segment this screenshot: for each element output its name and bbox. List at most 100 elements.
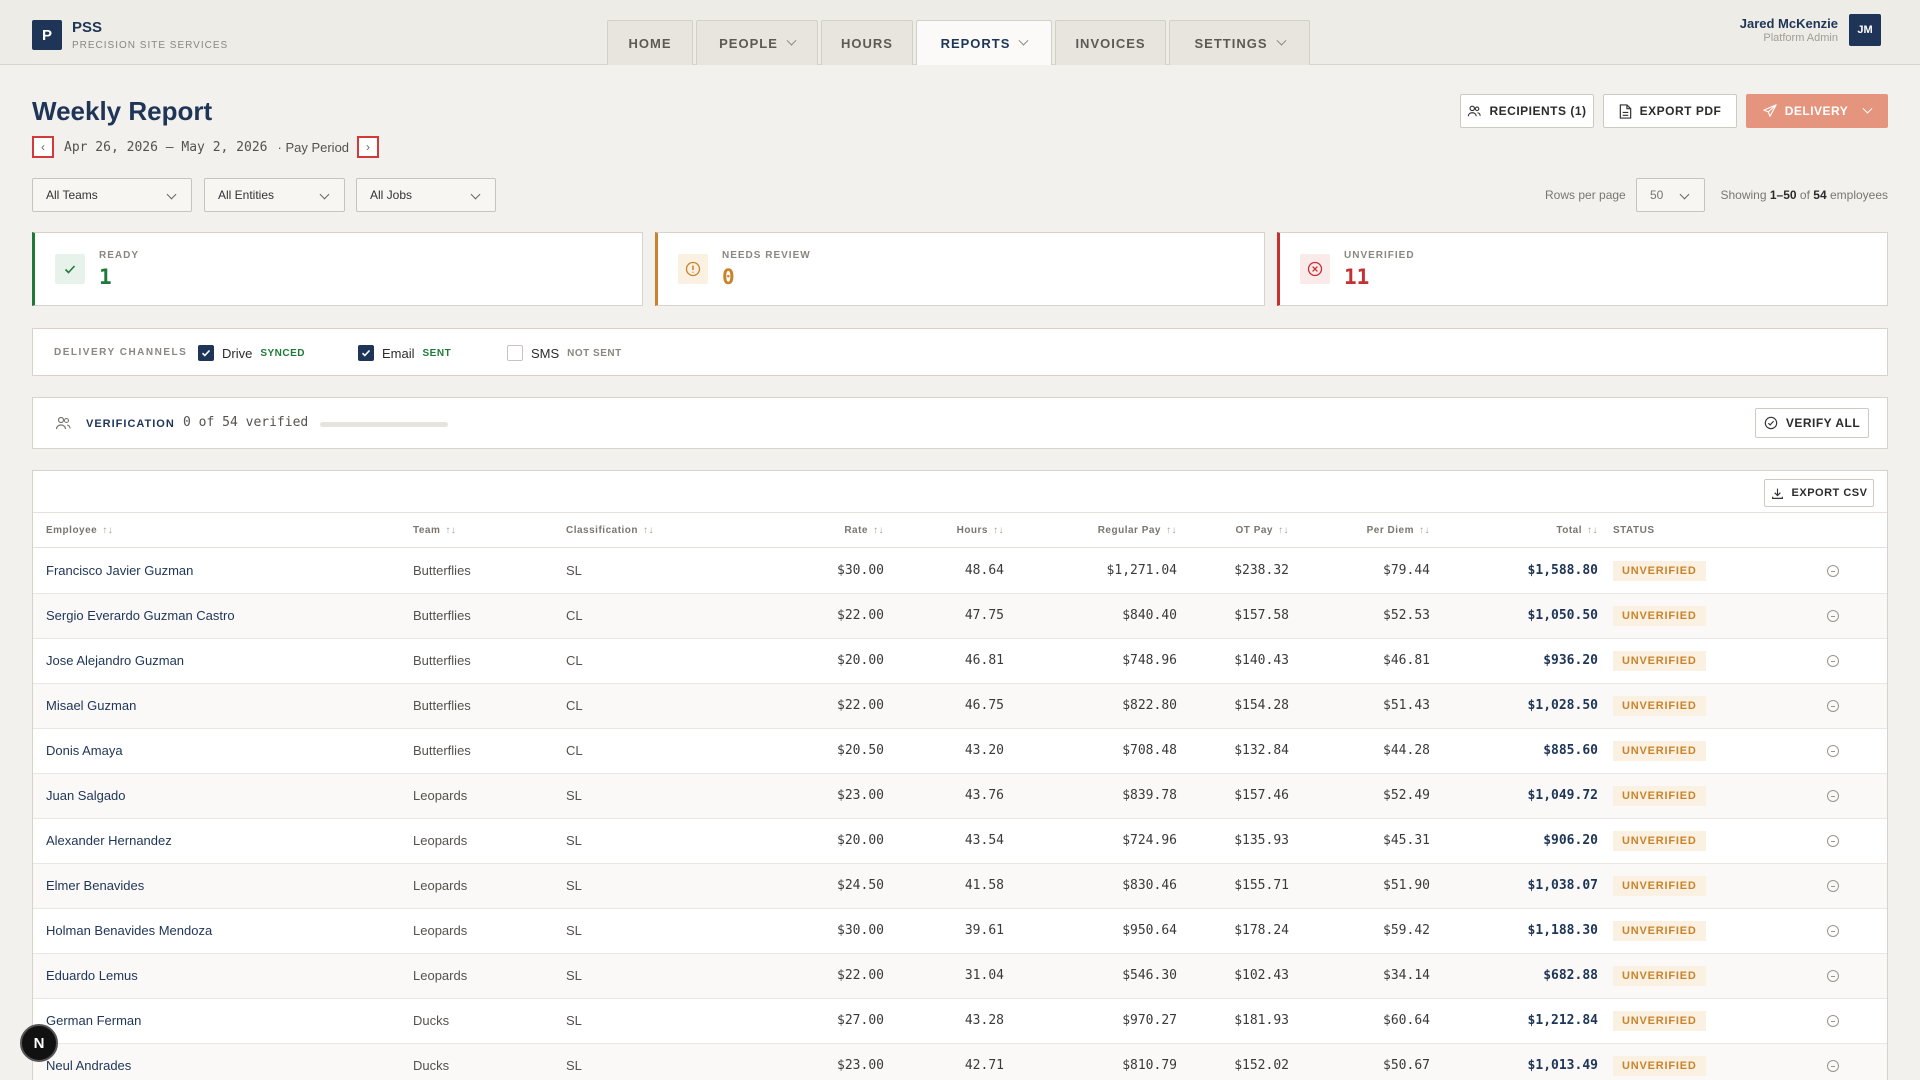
cell-employee[interactable]: Neul Andrades bbox=[46, 1058, 131, 1073]
row-action-icon[interactable] bbox=[1827, 1015, 1839, 1027]
delivery-button[interactable]: DELIVERY bbox=[1746, 94, 1888, 128]
next-period-button[interactable]: › bbox=[357, 136, 380, 158]
table-row[interactable]: Francisco Javier Guzman Butterflies SL $30.… bbox=[33, 549, 1887, 594]
status-badge: UNVERIFIED bbox=[1613, 786, 1706, 806]
cell-employee[interactable]: German Ferman bbox=[46, 1013, 141, 1028]
cell-employee[interactable]: Holman Benavides Mendoza bbox=[46, 923, 212, 938]
th-hours[interactable]: Hours ↑↓ bbox=[957, 525, 1004, 536]
cell-rate: $23.00 bbox=[837, 788, 884, 803]
export-pdf-button[interactable]: EXPORT PDF bbox=[1603, 94, 1737, 128]
table-row[interactable]: Alexander Hernandez Leopards SL $20.00 43.54… bbox=[33, 819, 1887, 864]
table-row[interactable]: Holman Benavides Mendoza Leopards SL $30.00… bbox=[33, 909, 1887, 954]
table-row[interactable]: Misael Guzman Butterflies CL $22.00 46.75 $82… bbox=[33, 684, 1887, 729]
page-title: Weekly Report bbox=[32, 96, 213, 126]
cell-rate: $27.00 bbox=[837, 1013, 884, 1028]
th-regular-pay[interactable]: Regular Pay ↑↓ bbox=[1098, 525, 1177, 536]
status-badge: UNVERIFIED bbox=[1613, 696, 1706, 716]
table-row[interactable]: Eduardo Lemus Leopards SL $22.00 31.04 $546.3… bbox=[33, 954, 1887, 999]
teams-select-value: All Teams bbox=[46, 188, 98, 202]
tab-label: PEOPLE bbox=[719, 35, 778, 51]
top-bar: P PSS PRECISION SITE SERVICES HOME PEOPL… bbox=[0, 0, 1920, 65]
floating-action-button[interactable]: N bbox=[20, 1024, 58, 1062]
tab-home[interactable]: HOME bbox=[607, 20, 693, 65]
chevron-down-icon bbox=[1276, 35, 1286, 46]
app-name[interactable]: PSS bbox=[72, 19, 102, 36]
table-row[interactable]: Sergio Everardo Guzman Castro Butterflies… bbox=[33, 594, 1887, 639]
verify-all-button[interactable]: VERIFY ALL bbox=[1755, 408, 1869, 438]
tab-label: HOME bbox=[628, 35, 672, 51]
table-row[interactable]: Juan Salgado Leopards SL $23.00 43.76 $839.78… bbox=[33, 774, 1887, 819]
jobs-select[interactable]: All Jobs bbox=[356, 178, 496, 212]
showing-suffix: employees bbox=[1829, 188, 1888, 202]
cell-employee[interactable]: Francisco Javier Guzman bbox=[46, 563, 193, 578]
cell-classification: CL bbox=[566, 743, 583, 758]
ready-card[interactable]: READY 1 bbox=[32, 232, 643, 306]
row-action-icon[interactable] bbox=[1827, 880, 1839, 892]
cell-employee[interactable]: Jose Alejandro Guzman bbox=[46, 653, 184, 668]
sms-checkbox[interactable] bbox=[507, 345, 523, 361]
tab-settings[interactable]: SETTINGS bbox=[1169, 20, 1310, 65]
table-row[interactable]: Neul Andrades Ducks SL $23.00 42.71 $810.79 $1… bbox=[33, 1044, 1887, 1080]
export-csv-button[interactable]: EXPORT CSV bbox=[1764, 479, 1874, 507]
needs-review-value: 0 bbox=[722, 265, 735, 289]
recipients-button[interactable]: RECIPIENTS (1) bbox=[1460, 94, 1594, 128]
th-total[interactable]: Total ↑↓ bbox=[1556, 525, 1598, 536]
drive-checkbox[interactable] bbox=[198, 345, 214, 361]
cell-rate: $24.50 bbox=[837, 878, 884, 893]
table-row[interactable]: Donis Amaya Butterflies CL $20.50 43.20 $708.… bbox=[33, 729, 1887, 774]
cell-rate: $22.00 bbox=[837, 608, 884, 623]
cell-employee[interactable]: Sergio Everardo Guzman Castro bbox=[46, 608, 235, 623]
row-action-icon[interactable] bbox=[1827, 1060, 1839, 1072]
th-per-diem[interactable]: Per Diem ↑↓ bbox=[1367, 525, 1430, 536]
row-action-icon[interactable] bbox=[1827, 610, 1839, 622]
channel-drive[interactable]: Drive SYNCED bbox=[198, 344, 305, 362]
teams-select[interactable]: All Teams bbox=[32, 178, 192, 212]
showing-count: Showing 1–50 of 54 employees bbox=[1720, 188, 1888, 202]
logo-mark[interactable]: P bbox=[32, 20, 62, 50]
cell-employee[interactable]: Misael Guzman bbox=[46, 698, 136, 713]
unverified-card[interactable]: UNVERIFIED 11 bbox=[1277, 232, 1888, 306]
table-row[interactable]: German Ferman Ducks SL $27.00 43.28 $970.27 $1… bbox=[33, 999, 1887, 1044]
cell-hours: 46.81 bbox=[964, 653, 1004, 668]
tab-invoices[interactable]: INVOICES bbox=[1055, 20, 1166, 65]
th-team[interactable]: Team ↑↓ bbox=[413, 525, 456, 536]
prev-period-button[interactable]: ‹ bbox=[32, 136, 54, 158]
row-action-icon[interactable] bbox=[1827, 700, 1839, 712]
cell-employee[interactable]: Donis Amaya bbox=[46, 743, 123, 758]
x-circle-icon bbox=[1300, 254, 1330, 284]
tab-label: REPORTS bbox=[940, 35, 1011, 51]
needs-review-card[interactable]: NEEDS REVIEW 0 bbox=[655, 232, 1265, 306]
table-row[interactable]: Elmer Benavides Leopards SL $24.50 41.58 $830… bbox=[33, 864, 1887, 909]
entities-select[interactable]: All Entities bbox=[204, 178, 345, 212]
avatar[interactable]: JM bbox=[1849, 14, 1881, 46]
verification-label: VERIFICATION bbox=[86, 418, 175, 430]
user-name[interactable]: Jared McKenzie bbox=[1740, 16, 1838, 31]
cell-employee[interactable]: Juan Salgado bbox=[46, 788, 126, 803]
channel-sms[interactable]: SMS NOT SENT bbox=[507, 344, 622, 362]
rows-per-page-select[interactable]: 50 bbox=[1636, 178, 1705, 212]
table-row[interactable]: Jose Alejandro Guzman Butterflies CL $20.00… bbox=[33, 639, 1887, 684]
row-action-icon[interactable] bbox=[1827, 565, 1839, 577]
row-action-icon[interactable] bbox=[1827, 835, 1839, 847]
th-rate[interactable]: Rate ↑↓ bbox=[844, 525, 884, 536]
th-ot-pay[interactable]: OT Pay ↑↓ bbox=[1236, 525, 1289, 536]
chevron-down-icon bbox=[786, 35, 797, 46]
channel-email[interactable]: Email SENT bbox=[358, 344, 451, 362]
tab-hours[interactable]: HOURS bbox=[821, 20, 913, 65]
row-action-icon[interactable] bbox=[1827, 745, 1839, 757]
cell-employee[interactable]: Elmer Benavides bbox=[46, 878, 144, 893]
th-classification[interactable]: Classification ↑↓ bbox=[566, 525, 654, 536]
tab-people[interactable]: PEOPLE bbox=[696, 20, 818, 65]
cell-employee[interactable]: Eduardo Lemus bbox=[46, 968, 138, 983]
row-action-icon[interactable] bbox=[1827, 970, 1839, 982]
email-label: Email bbox=[382, 345, 415, 361]
row-action-icon[interactable] bbox=[1827, 925, 1839, 937]
th-employee[interactable]: Employee ↑↓ bbox=[46, 525, 113, 536]
row-action-icon[interactable] bbox=[1827, 790, 1839, 802]
tab-reports[interactable]: REPORTS bbox=[916, 20, 1052, 65]
rows-per-page-label: Rows per page bbox=[1545, 188, 1626, 202]
showing-of: of bbox=[1799, 188, 1810, 202]
row-action-icon[interactable] bbox=[1827, 655, 1839, 667]
email-checkbox[interactable] bbox=[358, 345, 374, 361]
cell-employee[interactable]: Alexander Hernandez bbox=[46, 833, 172, 848]
